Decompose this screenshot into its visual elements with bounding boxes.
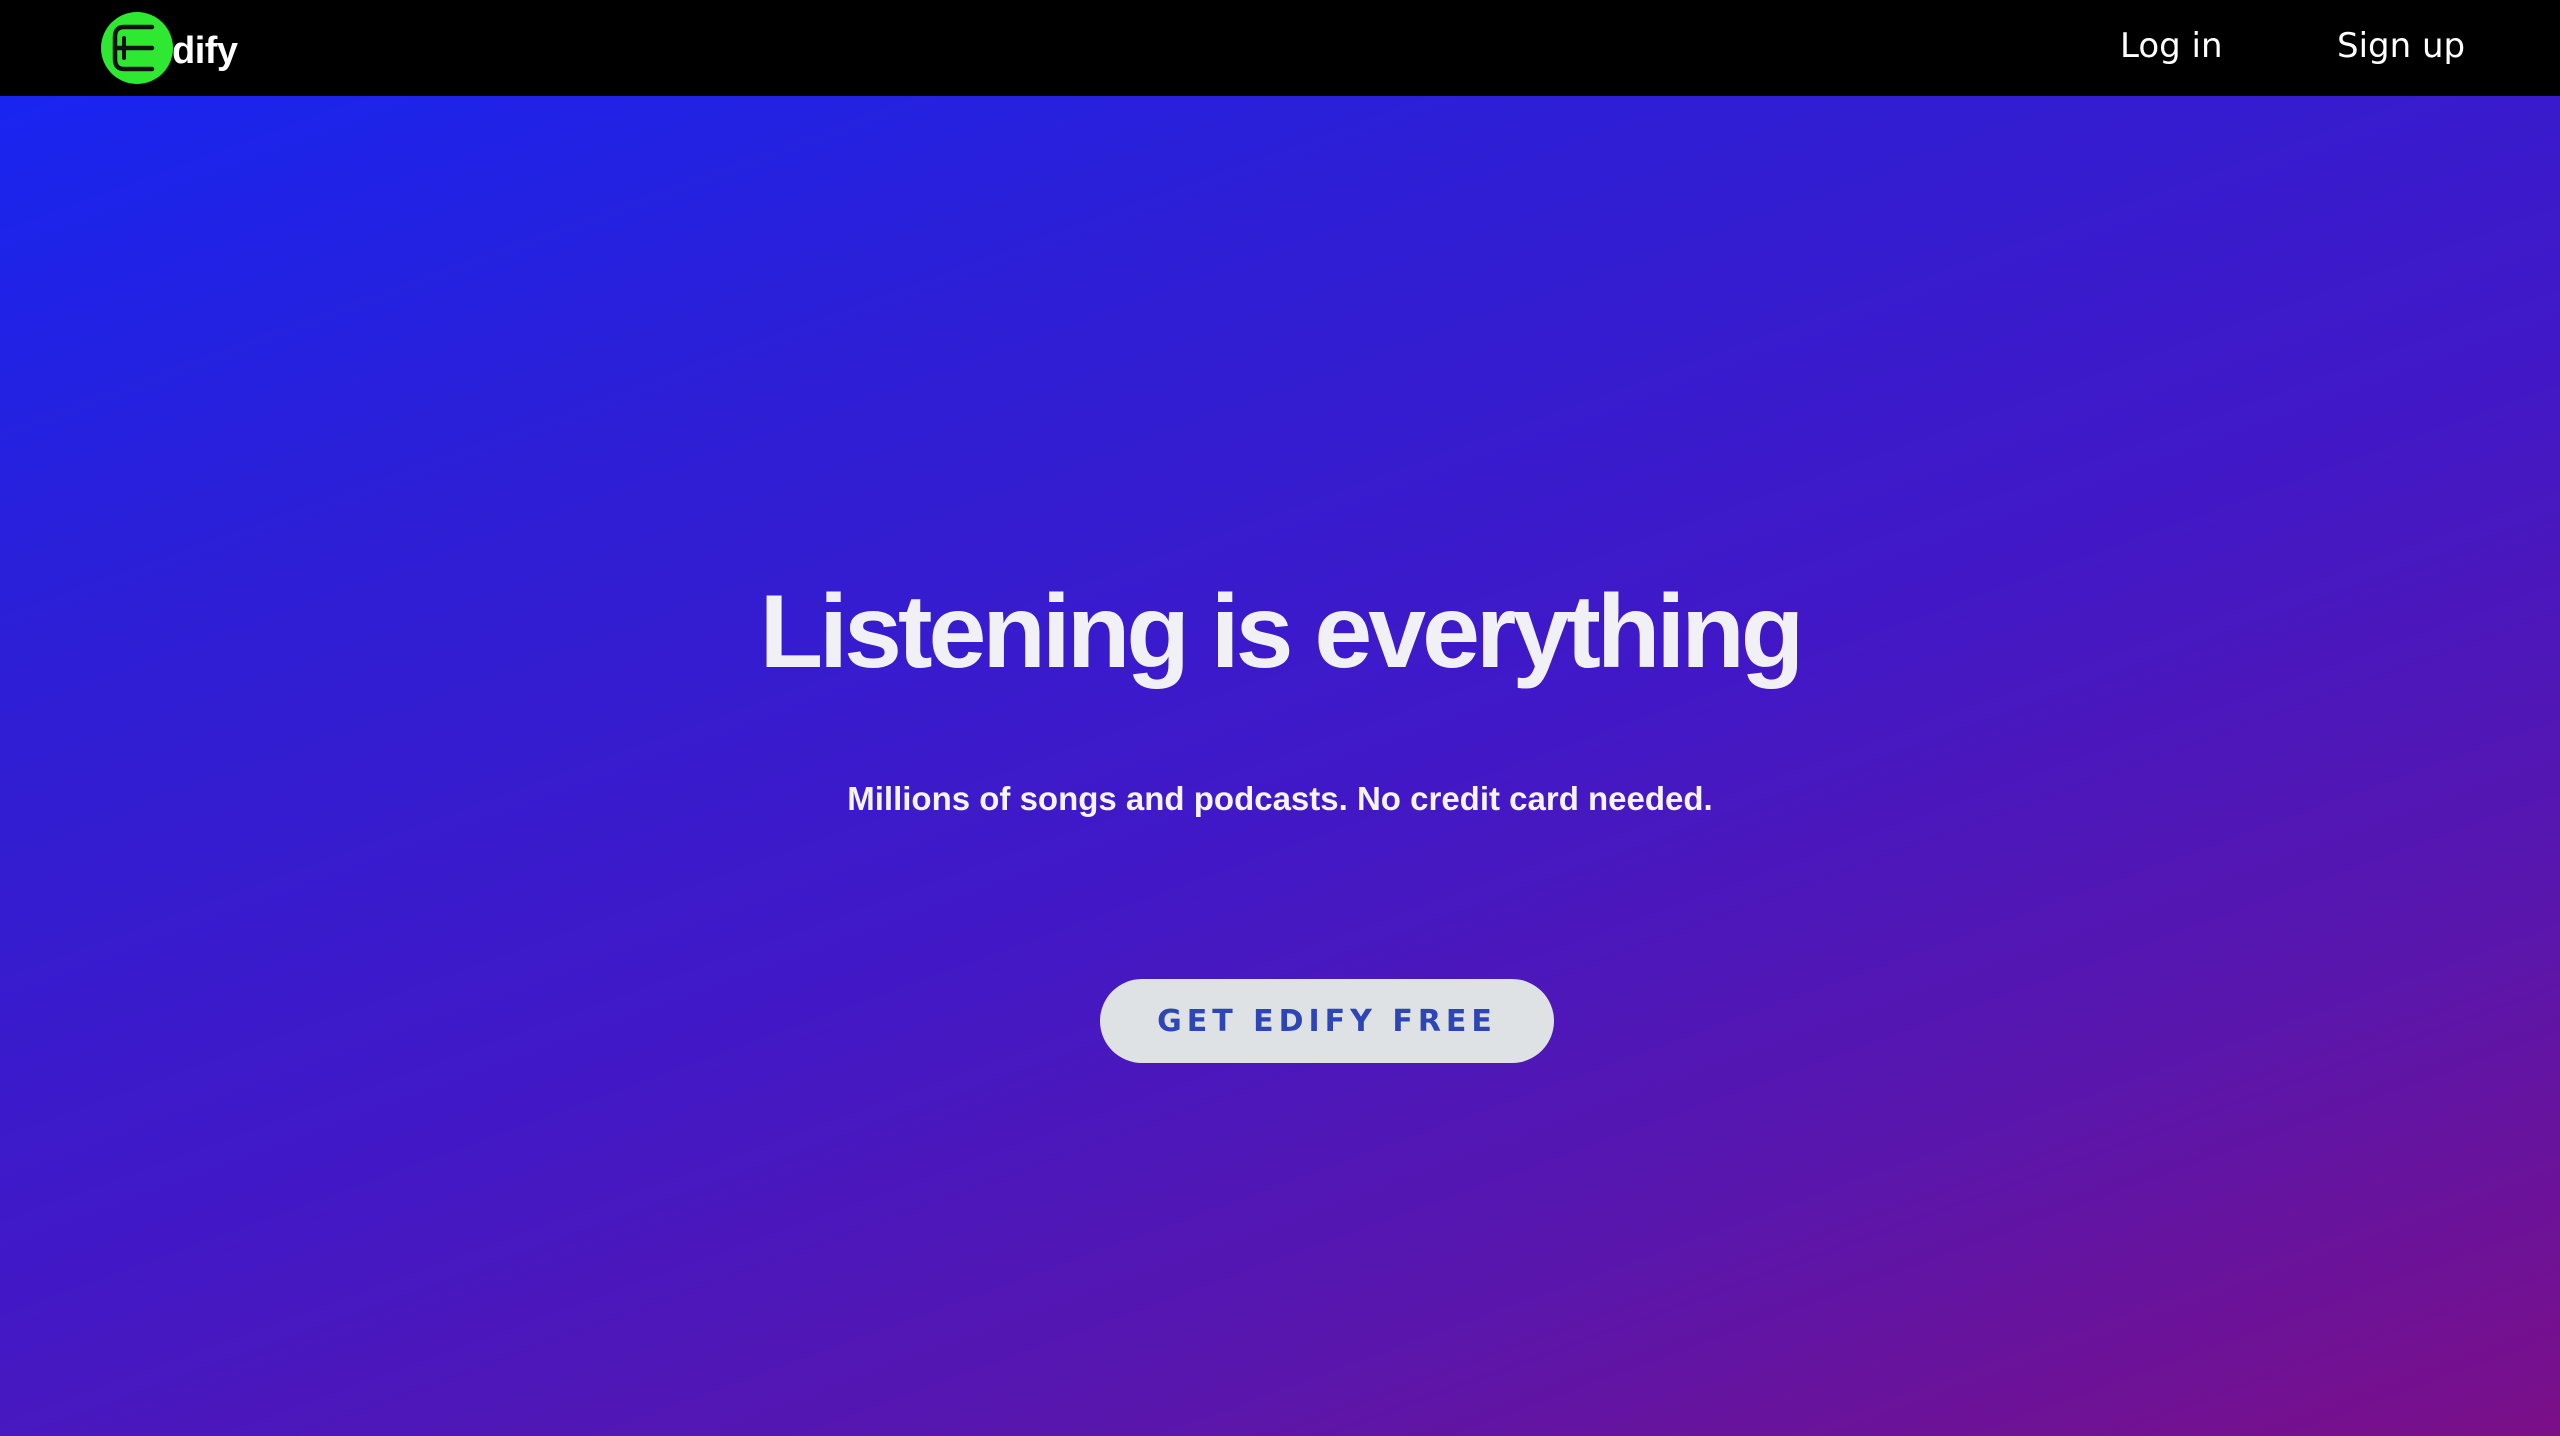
logo-wordmark: dify [172,29,238,72]
top-navbar: dify Log in Sign up [0,0,2560,96]
login-link[interactable]: Log in [2120,22,2223,70]
hero-subtitle: Millions of songs and podcasts. No credi… [847,780,1713,817]
landing-page: dify Log in Sign up Listening is everyth… [0,0,2560,1436]
get-edify-free-button[interactable]: GET EDIFY FREE [1100,979,1554,1063]
edify-logo-link[interactable]: dify [100,9,238,87]
hero-title: Listening is everything [759,574,1805,690]
signup-link[interactable]: Sign up [2337,22,2465,70]
edify-e-logo-icon [101,12,173,84]
